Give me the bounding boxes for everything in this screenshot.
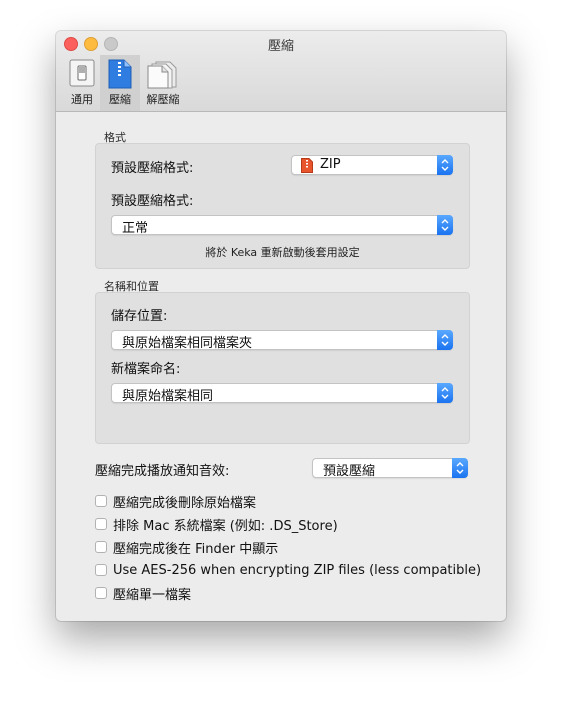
- tab-compress-label: 壓縮: [109, 93, 131, 106]
- restart-note: 將於 Keka 重新啟動後套用設定: [205, 246, 360, 259]
- option-compress-single-file[interactable]: 壓縮單一檔案: [95, 584, 192, 603]
- checkbox[interactable]: [95, 541, 107, 553]
- up-down-arrows-icon: [441, 334, 449, 346]
- zip-file-icon: [301, 158, 313, 173]
- popup-arrows: [437, 215, 453, 235]
- tab-decompress-label: 解壓縮: [146, 93, 180, 106]
- option-label: 壓縮單一檔案: [113, 587, 192, 603]
- checkbox[interactable]: [95, 495, 107, 507]
- save-location-value: 與原始檔案相同檔案夾: [122, 336, 253, 351]
- up-down-arrows-icon: [441, 387, 449, 399]
- sound-value: 預設壓縮: [323, 464, 376, 479]
- default-format-label: 預設壓縮格式:: [111, 161, 194, 176]
- tab-general-label: 通用: [71, 93, 93, 106]
- documents-icon: [147, 61, 177, 89]
- option-label: Use AES-256 when encrypting ZIP files (l…: [113, 562, 482, 578]
- title-bar: 壓縮 通用 壓縮 解壓縮: [56, 31, 506, 112]
- tab-general[interactable]: 通用: [62, 55, 102, 111]
- tab-compress[interactable]: 壓縮: [100, 55, 140, 111]
- window-title: 壓縮: [267, 39, 294, 54]
- name-location-group-box: 儲存位置: 與原始檔案相同檔案夾 新檔案命名: 與原始檔案相同: [95, 292, 470, 444]
- up-down-arrows-icon: [456, 462, 464, 474]
- popup-arrows: [437, 155, 453, 175]
- option-delete-original[interactable]: 壓縮完成後刪除原始檔案: [95, 492, 257, 511]
- compression-level-popup[interactable]: 正常: [111, 215, 453, 236]
- switch-icon: [69, 59, 95, 87]
- up-down-arrows-icon: [441, 219, 449, 231]
- save-location-popup[interactable]: 與原始檔案相同檔案夾: [111, 330, 453, 351]
- naming-value: 與原始檔案相同: [122, 389, 214, 404]
- checkbox[interactable]: [95, 518, 107, 530]
- naming-label: 新檔案命名:: [111, 362, 181, 377]
- sound-popup[interactable]: 預設壓縮: [312, 458, 468, 479]
- option-exclude-mac-files[interactable]: 排除 Mac 系統檔案 (例如: .DS_Store): [95, 515, 338, 534]
- default-format-popup[interactable]: ZIP: [291, 155, 453, 175]
- compression-level-value: 正常: [122, 221, 149, 236]
- naming-popup[interactable]: 與原始檔案相同: [111, 383, 453, 404]
- option-label: 排除 Mac 系統檔案 (例如: .DS_Store): [113, 518, 338, 534]
- checkbox[interactable]: [95, 564, 107, 576]
- sound-label: 壓縮完成播放通知音效:: [95, 464, 230, 479]
- option-label: 壓縮完成後刪除原始檔案: [113, 495, 257, 511]
- tab-decompress[interactable]: 解壓縮: [140, 55, 186, 111]
- default-format-value: ZIP: [320, 157, 341, 172]
- option-aes-256[interactable]: Use AES-256 when encrypting ZIP files (l…: [95, 561, 481, 579]
- popup-arrows: [437, 330, 453, 350]
- up-down-arrows-icon: [441, 159, 449, 171]
- option-show-in-finder[interactable]: 壓縮完成後在 Finder 中顯示: [95, 538, 279, 557]
- popup-arrows: [437, 383, 453, 403]
- checkbox[interactable]: [95, 587, 107, 599]
- format-group-box: 預設壓縮格式: ZIP 預設壓縮格式: 正常 將於 Keka 重新啟動後套用設定: [95, 143, 470, 269]
- preferences-window: 壓縮 通用 壓縮 解壓縮 格式 預設壓縮格式: ZIP 預設壓縮格式: 正常 將…: [56, 31, 506, 621]
- option-label: 壓縮完成後在 Finder 中顯示: [113, 541, 279, 557]
- compression-level-label: 預設壓縮格式:: [111, 194, 194, 209]
- popup-arrows: [452, 458, 468, 478]
- save-location-label: 儲存位置:: [111, 309, 168, 324]
- zip-file-icon: [108, 59, 132, 89]
